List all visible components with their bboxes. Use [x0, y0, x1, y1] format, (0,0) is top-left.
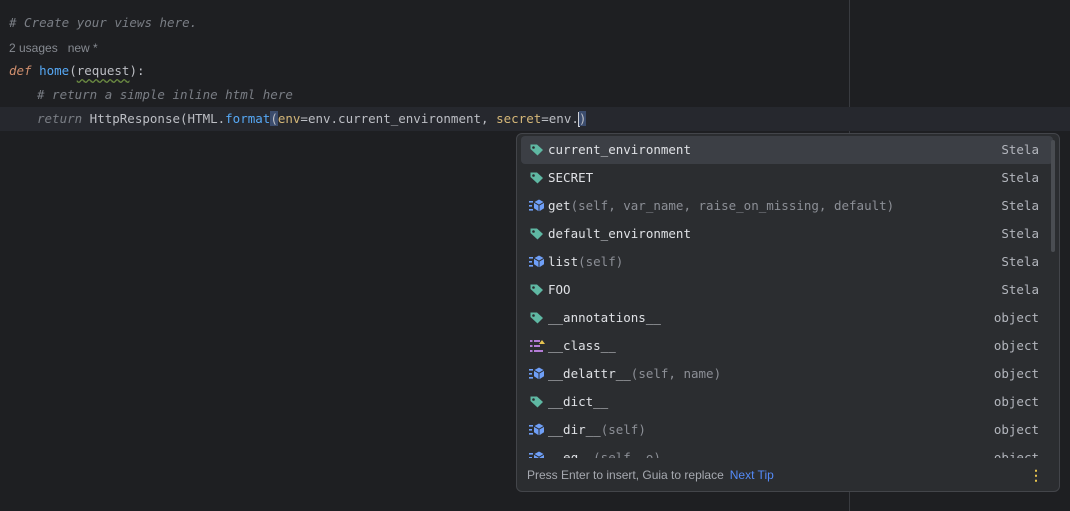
completion-item[interactable]: FOO Stela [521, 276, 1053, 304]
completion-item-source: object [993, 310, 1039, 325]
completion-item[interactable]: __eq__(self, o) object [521, 444, 1053, 458]
parameter-request[interactable]: request [77, 63, 130, 78]
completion-item-name: list [548, 254, 579, 269]
kwarg-secret: secret [496, 111, 542, 126]
paren-match: ( [270, 111, 278, 126]
more-options-icon[interactable]: ⋮ [1029, 460, 1043, 490]
completion-item-label: __dict__ [548, 388, 608, 416]
completion-footer: Press Enter to insert, Guia to replace Ne… [517, 460, 1059, 490]
code-line-1[interactable]: # Create your views here. [9, 11, 197, 35]
comment-text: # return a simple inline html here [37, 87, 293, 102]
completion-item-source: Stela [1001, 254, 1039, 269]
completion-item-source: Stela [1001, 282, 1039, 297]
completion-item-label: get(self, var_name, raise_on_missing, de… [548, 192, 894, 220]
completion-item-signature: (self, var_name, raise_on_missing, defau… [570, 198, 895, 213]
comment-text: # Create your views here. [9, 15, 198, 30]
completion-item-name: __annotations__ [548, 310, 661, 325]
completion-item-name: SECRET [548, 170, 594, 185]
code-line-5[interactable]: return HttpResponse(HTML.format(env=env.… [37, 107, 587, 131]
completion-item[interactable]: SECRET Stela [521, 164, 1053, 192]
completion-item-name: __class__ [548, 338, 616, 353]
completion-item-name: __eq__ [548, 450, 594, 458]
tag-icon [529, 171, 545, 185]
class-icon [529, 339, 545, 353]
tag-icon [529, 311, 545, 325]
completion-item[interactable]: list(self) Stela [521, 248, 1053, 276]
footer-tip-text: Press Enter to insert, Guia to replace [527, 468, 724, 482]
next-tip-link[interactable]: Next Tip [730, 468, 774, 482]
completion-item[interactable]: current_environment Stela [521, 136, 1053, 164]
completion-item-name: get [548, 198, 571, 213]
completion-item[interactable]: default_environment Stela [521, 220, 1053, 248]
completion-item-signature: (self, name) [630, 366, 722, 381]
tag-icon [529, 227, 545, 241]
completion-item-label: list(self) [548, 248, 623, 276]
completion-item-label: __eq__(self, o) [548, 444, 661, 458]
tag-icon [529, 143, 545, 157]
completion-item-source: object [993, 394, 1039, 409]
completion-scrollbar[interactable] [1051, 140, 1055, 252]
completion-list[interactable]: current_environment Stela SECRET Stela get(s… [517, 134, 1059, 458]
completion-item-source: object [993, 338, 1039, 353]
keyword-def: def [9, 63, 32, 78]
completion-item[interactable]: __delattr__(self, name) object [521, 360, 1053, 388]
completion-item-label: __annotations__ [548, 304, 661, 332]
code-line-3[interactable]: def home(request): [9, 59, 145, 83]
method-icon [529, 367, 545, 381]
code-segment: HttpResponse(HTML. [82, 111, 226, 126]
function-name[interactable]: home [39, 63, 69, 78]
method-icon [529, 423, 545, 437]
completion-item-label: SECRET [548, 164, 593, 192]
method-format[interactable]: format [225, 111, 270, 126]
completion-item-source: object [993, 422, 1039, 437]
tag-icon [529, 283, 545, 297]
completion-item-signature: (self) [600, 422, 646, 437]
method-icon [529, 451, 545, 458]
completion-item-label: __dir__(self) [548, 416, 646, 444]
code-segment: =env. [541, 111, 579, 126]
completion-item-name: current_environment [548, 142, 691, 157]
code-segment: =env.current_environment, [300, 111, 497, 126]
paren-open: ( [69, 63, 77, 78]
completion-item-name: __dict__ [548, 394, 609, 409]
completion-item-signature: (self) [578, 254, 624, 269]
completion-item-signature: (self, o) [593, 450, 661, 458]
author-hint[interactable]: new * [68, 41, 98, 55]
paren-match-close: ) [578, 111, 587, 126]
completion-item-label: FOO [548, 276, 571, 304]
usages-hint[interactable]: 2 usages [9, 41, 58, 55]
kwarg-env: env [277, 111, 301, 126]
completion-item-name: __dir__ [548, 422, 601, 437]
completion-item-source: Stela [1001, 170, 1039, 185]
completion-item-label: __delattr__(self, name) [548, 360, 721, 388]
keyword-return: return [37, 111, 83, 126]
completion-item-label: current_environment [548, 136, 691, 164]
inlay-hints[interactable]: 2 usages new * [9, 36, 108, 60]
completion-item[interactable]: __dict__ object [521, 388, 1053, 416]
completion-item-label: __class__ [548, 332, 616, 360]
method-icon [529, 255, 545, 269]
completion-item[interactable]: __dir__(self) object [521, 416, 1053, 444]
paren-close: ): [129, 63, 145, 78]
completion-item-source: Stela [1001, 198, 1039, 213]
code-completion-popup[interactable]: current_environment Stela SECRET Stela get(s… [516, 133, 1060, 492]
completion-item-name: __delattr__ [548, 366, 631, 381]
completion-item-name: FOO [548, 282, 571, 297]
completion-item-source: Stela [1001, 226, 1039, 241]
completion-item[interactable]: __annotations__ object [521, 304, 1053, 332]
completion-item-source: object [993, 366, 1039, 381]
completion-item-name: default_environment [548, 226, 691, 241]
completion-item-label: default_environment [548, 220, 691, 248]
tag-icon [529, 395, 545, 409]
completion-item-source: Stela [1001, 142, 1039, 157]
code-line-4[interactable]: # return a simple inline html here [37, 83, 293, 107]
method-icon [529, 199, 545, 213]
completion-item[interactable]: __class__ object [521, 332, 1053, 360]
completion-item-source: object [993, 450, 1039, 458]
completion-item[interactable]: get(self, var_name, raise_on_missing, de… [521, 192, 1053, 220]
